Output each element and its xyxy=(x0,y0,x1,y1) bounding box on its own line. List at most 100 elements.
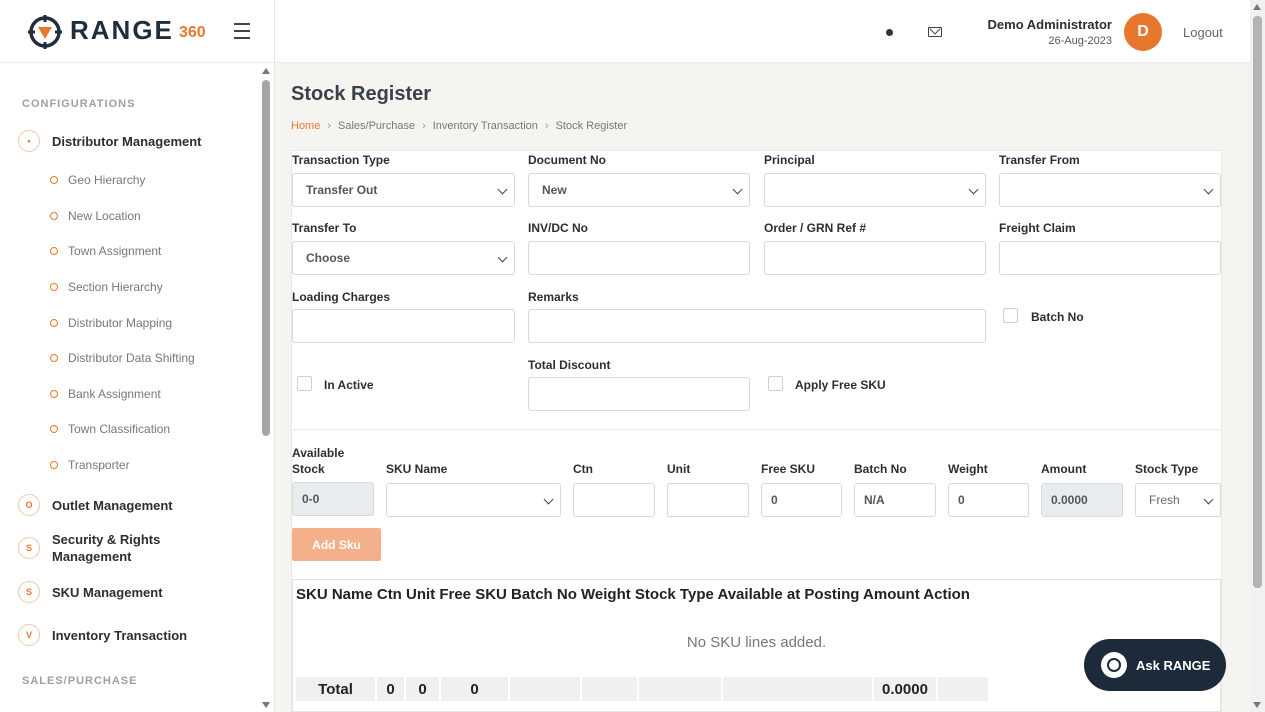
breadcrumb: Home › Sales/Purchase › Inventory Transa… xyxy=(291,120,627,132)
principal-label: Principal xyxy=(764,153,815,167)
group-badge-icon: S xyxy=(18,537,40,559)
avatar[interactable]: D xyxy=(1124,13,1162,51)
logout-link[interactable]: Logout xyxy=(1183,25,1223,40)
stock-type-select[interactable]: Fresh xyxy=(1135,483,1221,517)
mail-icon[interactable] xyxy=(928,27,942,37)
breadcrumb-home[interactable]: Home xyxy=(291,120,320,132)
free-sku-input[interactable]: 0 xyxy=(761,483,842,517)
sidebar-item-distributor-management[interactable]: • Distributor Management xyxy=(18,130,202,152)
total-discount-label: Total Discount xyxy=(528,358,611,372)
inv-dc-no-input[interactable] xyxy=(528,241,750,275)
sidebar-item-section-hierarchy[interactable]: Section Hierarchy xyxy=(50,280,163,294)
scroll-down-icon[interactable] xyxy=(1253,702,1261,708)
breadcrumb-separator-icon: › xyxy=(422,120,426,132)
transfer-from-select[interactable] xyxy=(999,173,1221,207)
scroll-thumb[interactable] xyxy=(1253,16,1262,588)
bullet-icon xyxy=(50,319,58,327)
remarks-input[interactable] xyxy=(528,309,986,343)
available-stock-field: 0-0 xyxy=(292,482,374,516)
breadcrumb-sales-purchase[interactable]: Sales/Purchase xyxy=(338,120,415,132)
total-discount-input[interactable] xyxy=(528,377,750,411)
total-label: Total xyxy=(296,677,375,701)
principal-select[interactable] xyxy=(764,173,986,207)
amount-label: Amount xyxy=(1041,462,1087,476)
total-cell-empty xyxy=(723,677,872,701)
page-scrollbar[interactable] xyxy=(1250,0,1265,712)
group-badge-icon: S xyxy=(18,581,40,603)
sidebar-item-bank-assignment[interactable]: Bank Assignment xyxy=(50,387,161,401)
menu-toggle-icon[interactable] xyxy=(234,23,250,39)
sidebar-item-sku-management[interactable]: S SKU Management xyxy=(18,581,163,603)
bullet-icon xyxy=(50,247,58,255)
batch-no-checkbox[interactable] xyxy=(1003,308,1018,323)
in-active-checkbox-label: In Active xyxy=(324,378,374,392)
batch-no-checkbox-label: Batch No xyxy=(1031,310,1084,324)
sidebar-scrollbar[interactable] xyxy=(259,64,273,712)
section-sales-purchase: SALES/PURCHASE xyxy=(22,675,138,687)
bullet-icon xyxy=(50,176,58,184)
freight-claim-input[interactable] xyxy=(999,241,1221,275)
transaction-type-select[interactable]: Transfer Out xyxy=(292,173,515,207)
transfer-to-select[interactable]: Choose xyxy=(292,241,515,275)
unit-input[interactable] xyxy=(667,483,749,517)
sidebar-item-new-location[interactable]: New Location xyxy=(50,209,141,223)
transfer-from-label: Transfer From xyxy=(999,153,1080,167)
sidebar-nav: CONFIGURATIONS • Distributor Management … xyxy=(0,64,258,712)
total-free-sku: 0 xyxy=(441,677,508,701)
section-configurations: CONFIGURATIONS xyxy=(22,98,136,110)
total-row: Total 0 0 0 0.0000 xyxy=(296,677,990,701)
breadcrumb-inventory-transaction[interactable]: Inventory Transaction xyxy=(433,120,538,132)
brand-name: RANGE xyxy=(70,15,174,45)
sidebar: RANGE 360 CONFIGURATIONS • Distributor M… xyxy=(0,0,275,712)
freight-claim-label: Freight Claim xyxy=(999,221,1076,235)
batch-no-input[interactable]: N/A xyxy=(854,483,936,517)
brand-suffix: 360 xyxy=(179,24,206,41)
ask-range-button[interactable]: Ask RANGE xyxy=(1084,639,1226,691)
ctn-input[interactable] xyxy=(573,483,655,517)
stock-type-label: Stock Type xyxy=(1135,462,1199,476)
sidebar-item-distributor-data-shifting[interactable]: Distributor Data Shifting xyxy=(50,351,195,365)
sidebar-item-inventory-transaction[interactable]: V Inventory Transaction xyxy=(18,624,187,646)
batch-no-label: Batch No xyxy=(854,462,907,476)
current-date: 26-Aug-2023 xyxy=(1048,35,1112,47)
group-badge-icon: O xyxy=(18,494,40,516)
assistant-icon xyxy=(1101,652,1127,678)
logo-icon xyxy=(28,15,62,49)
bullet-icon xyxy=(50,390,58,398)
apply-free-sku-checkbox[interactable] xyxy=(768,376,783,391)
scroll-down-icon[interactable] xyxy=(262,702,270,708)
loading-charges-input[interactable] xyxy=(292,309,515,343)
sidebar-item-geo-hierarchy[interactable]: Geo Hierarchy xyxy=(50,173,145,187)
document-no-select[interactable]: New xyxy=(528,173,750,207)
sku-name-select[interactable] xyxy=(386,483,561,517)
scroll-up-icon[interactable] xyxy=(1253,4,1261,10)
notification-dot-icon[interactable] xyxy=(886,29,893,36)
scroll-thumb[interactable] xyxy=(262,80,270,436)
order-grn-ref-input[interactable] xyxy=(764,241,986,275)
in-active-checkbox[interactable] xyxy=(297,376,312,391)
page-title: Stock Register xyxy=(291,83,432,105)
unit-label: Unit xyxy=(667,462,691,476)
table-header: SKU Name Ctn Unit Free SKU Batch No Weig… xyxy=(296,586,970,603)
total-unit: 0 xyxy=(406,677,439,701)
document-no-label: Document No xyxy=(528,153,606,167)
loading-charges-label: Loading Charges xyxy=(292,290,391,304)
sidebar-item-distributor-mapping[interactable]: Distributor Mapping xyxy=(50,316,172,330)
available-stock-label-1: Available xyxy=(292,446,345,460)
scroll-up-icon[interactable] xyxy=(262,68,270,74)
sidebar-item-transporter[interactable]: Transporter xyxy=(50,458,130,472)
bullet-icon xyxy=(50,283,58,291)
sidebar-item-security-rights[interactable]: S Security & Rights Management xyxy=(18,531,182,565)
apply-free-sku-checkbox-label: Apply Free SKU xyxy=(795,378,886,392)
sidebar-item-town-classification[interactable]: Town Classification xyxy=(50,422,170,436)
remarks-label: Remarks xyxy=(528,290,579,304)
amount-field: 0.0000 xyxy=(1041,483,1123,517)
total-cell-empty xyxy=(639,677,721,701)
total-cell-empty xyxy=(582,677,637,701)
add-sku-button[interactable]: Add Sku xyxy=(292,528,381,561)
transfer-to-label: Transfer To xyxy=(292,221,357,235)
sidebar-item-town-assignment[interactable]: Town Assignment xyxy=(50,244,161,258)
sidebar-item-outlet-management[interactable]: O Outlet Management xyxy=(18,494,173,516)
brand-bar: RANGE 360 xyxy=(0,0,274,63)
weight-input[interactable]: 0 xyxy=(948,483,1029,517)
